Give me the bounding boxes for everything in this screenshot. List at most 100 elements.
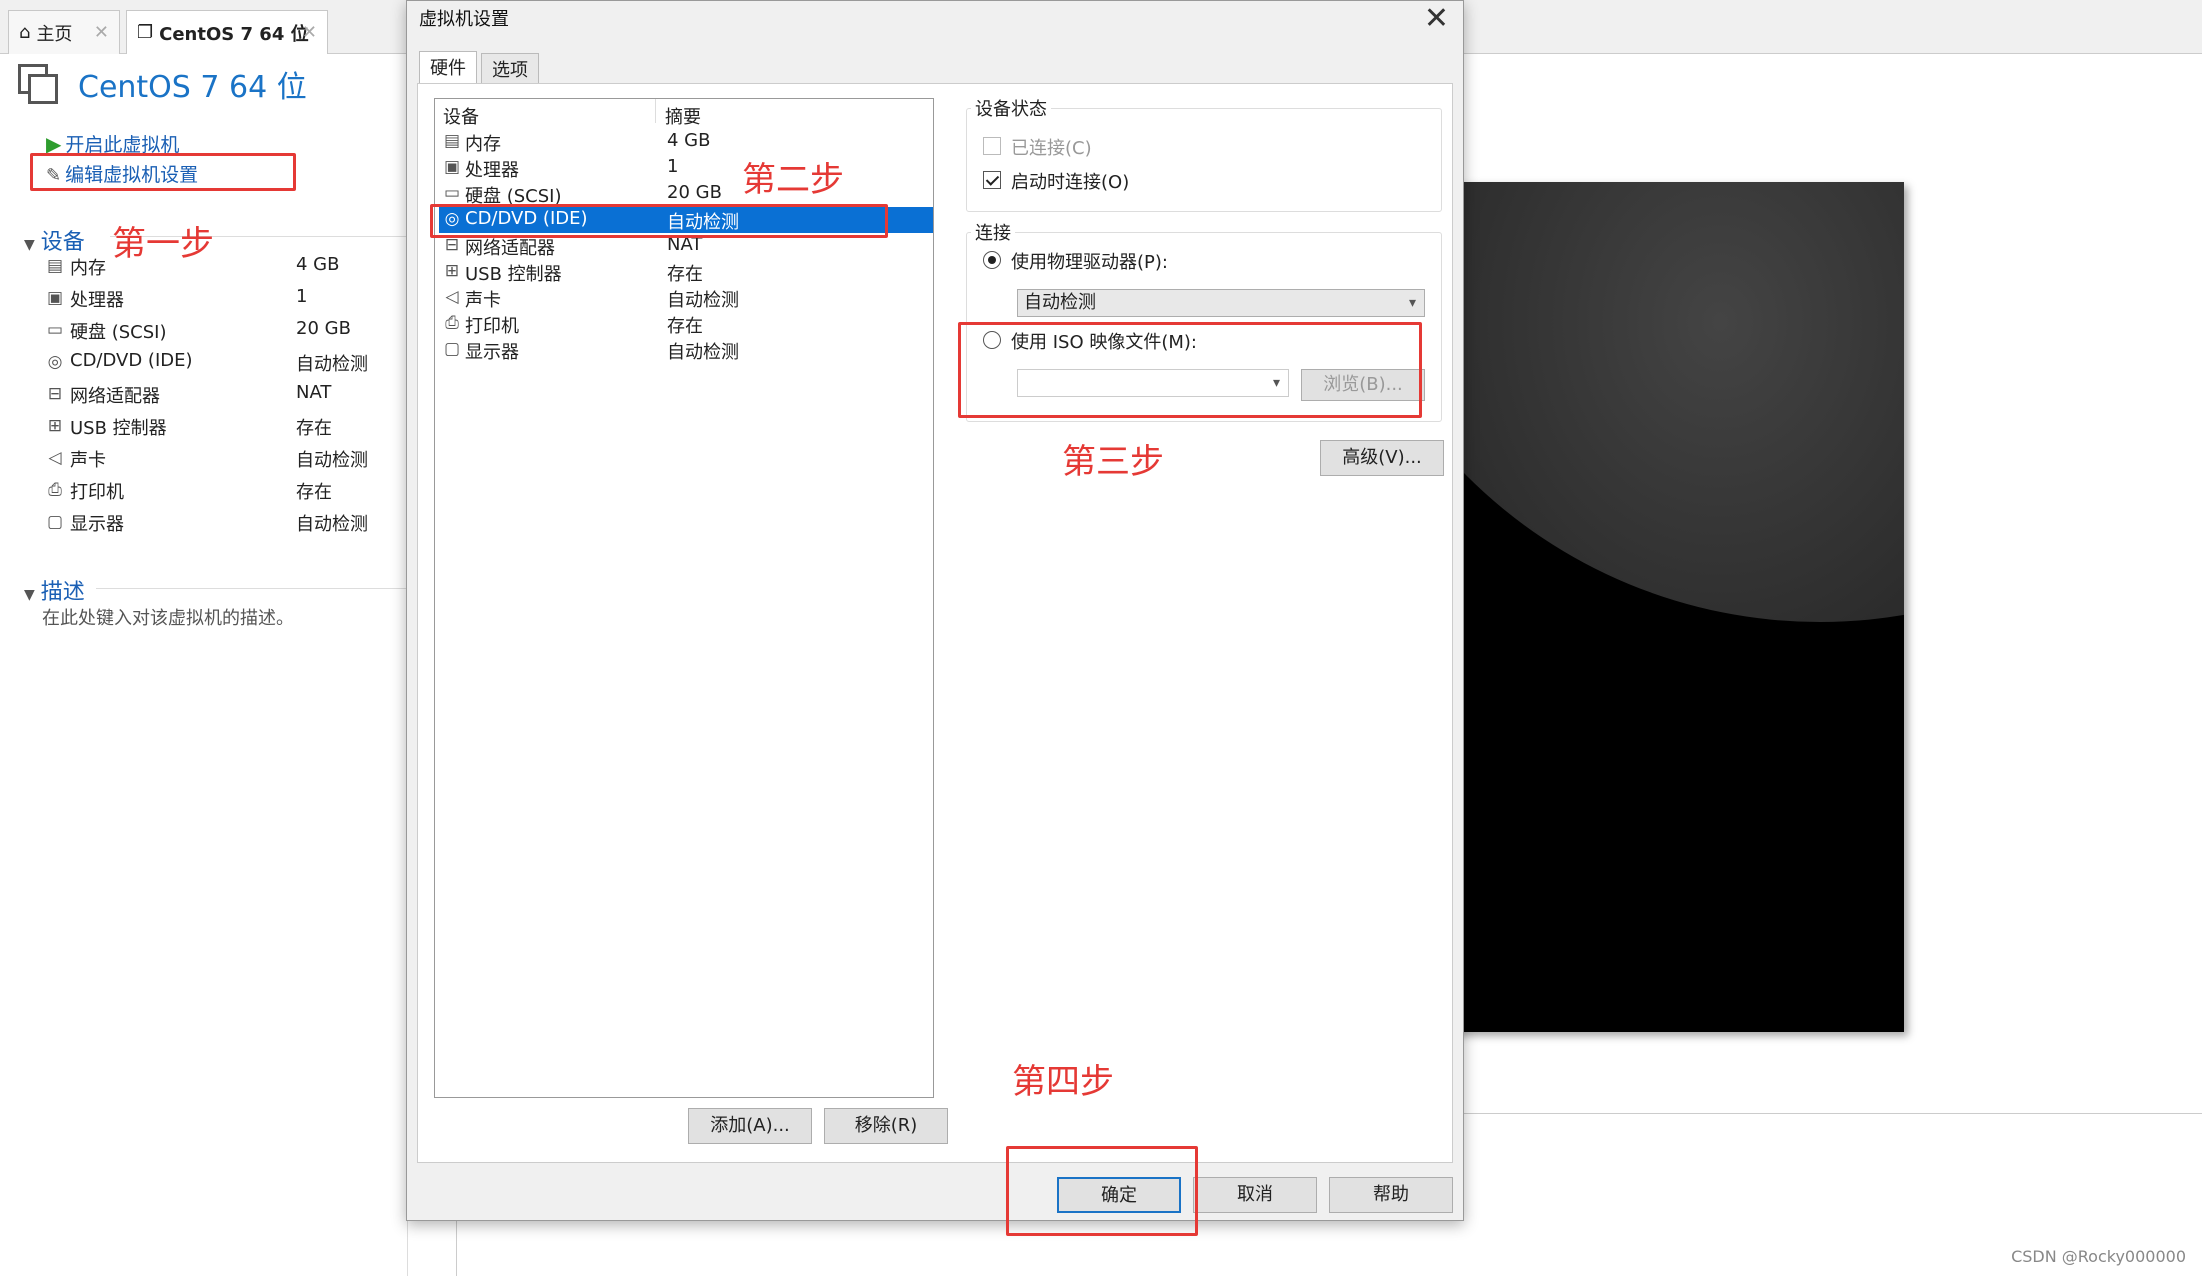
tab-options[interactable]: 选项 bbox=[481, 53, 539, 83]
device-row[interactable]: ▢ 显示器 自动检测 bbox=[439, 337, 933, 363]
column-header-summary[interactable]: 摘要 bbox=[665, 103, 701, 129]
cancel-button[interactable]: 取消 bbox=[1193, 1177, 1317, 1213]
device-row[interactable]: ▭ 硬盘 (SCSI) 20 GB bbox=[44, 316, 404, 346]
device-name: 声卡 bbox=[70, 450, 106, 471]
device-name: 硬盘 (SCSI) bbox=[70, 322, 167, 343]
vm-icon bbox=[18, 64, 58, 104]
device-name: 显示器 bbox=[465, 342, 519, 363]
chevron-down-icon: ▾ bbox=[1408, 295, 1416, 311]
device-name: 处理器 bbox=[70, 290, 124, 311]
device-row[interactable]: ◁ 声卡 自动检测 bbox=[439, 285, 933, 311]
physical-drive-select[interactable]: 自动检测 ▾ bbox=[1017, 289, 1425, 317]
device-value: 存在 bbox=[296, 418, 332, 439]
sound-icon: ◁ bbox=[48, 448, 62, 468]
device-row[interactable]: ▤ 内存 4 GB bbox=[439, 129, 933, 155]
tab-home[interactable]: ⌂ 主页 ✕ bbox=[8, 10, 120, 54]
annotation-step1: 第一步 bbox=[112, 224, 214, 264]
annotation-box-step1 bbox=[30, 153, 296, 191]
memory-icon: ▤ bbox=[443, 131, 461, 151]
usb-icon: ⊞ bbox=[444, 261, 460, 281]
device-name: 内存 bbox=[465, 134, 501, 155]
cpu-icon: ▣ bbox=[443, 157, 461, 177]
device-row[interactable]: ◁ 声卡 自动检测 bbox=[44, 444, 404, 474]
device-value: 存在 bbox=[296, 482, 332, 503]
tab-hardware[interactable]: 硬件 bbox=[419, 51, 477, 85]
device-row[interactable]: ▣ 处理器 1 bbox=[439, 155, 933, 181]
device-summary: 自动检测 bbox=[667, 290, 739, 311]
cd-icon: ◎ bbox=[47, 352, 63, 372]
device-summary: 自动检测 bbox=[667, 342, 739, 363]
device-row[interactable]: ▣ 处理器 1 bbox=[44, 284, 404, 314]
device-row[interactable]: ▤ 内存 4 GB bbox=[44, 252, 404, 282]
physical-drive-value: 自动检测 bbox=[1024, 292, 1096, 313]
display-icon: ▢ bbox=[443, 339, 461, 359]
device-value: 自动检测 bbox=[296, 514, 368, 535]
divider bbox=[1440, 1113, 2202, 1114]
connect-on-start-checkbox[interactable] bbox=[983, 171, 1001, 189]
device-name: 打印机 bbox=[465, 316, 519, 337]
remove-button[interactable]: 移除(R) bbox=[824, 1108, 948, 1144]
vm-settings-dialog: 虚拟机设置 ✕ 硬件 选项 设备 摘要 ▤ 内存 4 GB ▣ 处理器 1 ▭ 硬盘 (SCS… bbox=[406, 0, 1464, 1221]
device-value: 自动检测 bbox=[296, 450, 368, 471]
device-summary: 1 bbox=[667, 156, 679, 177]
device-name: 内存 bbox=[70, 258, 106, 279]
vm-tab-icon: ❐ bbox=[137, 22, 154, 43]
device-summary: 存在 bbox=[667, 316, 703, 337]
hardware-pane: 设备 摘要 ▤ 内存 4 GB ▣ 处理器 1 ▭ 硬盘 (SCSI) 20 GB ◎ CD/DVD… bbox=[417, 83, 1453, 1163]
description-section-header[interactable]: ▼ 描述 bbox=[24, 574, 85, 606]
device-value: 4 GB bbox=[296, 254, 340, 275]
device-name: USB 控制器 bbox=[70, 418, 167, 439]
device-value: 20 GB bbox=[296, 318, 351, 339]
device-row[interactable]: ◎ CD/DVD (IDE) 自动检测 bbox=[44, 348, 404, 378]
device-row[interactable]: ⊞ USB 控制器 存在 bbox=[439, 259, 933, 285]
physical-drive-radio[interactable] bbox=[983, 251, 1001, 269]
device-value: 自动检测 bbox=[296, 354, 368, 375]
close-icon[interactable]: ✕ bbox=[1424, 1, 1449, 36]
close-icon[interactable]: ✕ bbox=[302, 22, 317, 43]
connection-title: 连接 bbox=[971, 219, 1015, 245]
device-name: USB 控制器 bbox=[465, 264, 562, 285]
connected-checkbox[interactable] bbox=[983, 137, 1001, 155]
device-row[interactable]: ⊞ USB 控制器 存在 bbox=[44, 412, 404, 442]
harddisk-icon: ▭ bbox=[443, 183, 461, 203]
device-name: 打印机 bbox=[70, 482, 124, 503]
hardware-device-list: 设备 摘要 ▤ 内存 4 GB ▣ 处理器 1 ▭ 硬盘 (SCSI) 20 GB ◎ CD/DVD… bbox=[434, 98, 934, 1098]
add-button[interactable]: 添加(A)... bbox=[688, 1108, 812, 1144]
device-summary: 20 GB bbox=[667, 182, 722, 203]
device-name: 处理器 bbox=[465, 160, 519, 181]
device-name: CD/DVD (IDE) bbox=[70, 350, 193, 371]
desc-header-label: 描述 bbox=[40, 580, 85, 605]
annotation-box-step3 bbox=[958, 322, 1422, 418]
device-name: 显示器 bbox=[70, 514, 124, 535]
column-header-device[interactable]: 设备 bbox=[443, 103, 479, 129]
annotation-step2: 第二步 bbox=[742, 160, 844, 200]
annotation-step3: 第三步 bbox=[1062, 442, 1164, 482]
device-row[interactable]: ⎙ 打印机 存在 bbox=[44, 476, 404, 506]
close-icon[interactable]: ✕ bbox=[94, 22, 109, 43]
vm-title: CentOS 7 64 位 bbox=[78, 70, 307, 105]
device-row[interactable]: ⎙ 打印机 存在 bbox=[439, 311, 933, 337]
device-summary: 存在 bbox=[667, 264, 703, 285]
tab-home-label: 主页 bbox=[36, 23, 73, 45]
tab-centos-label: CentOS 7 64 位 bbox=[159, 23, 309, 45]
connect-on-start-label: 启动时连接(O) bbox=[1011, 172, 1130, 193]
device-value: 1 bbox=[296, 286, 308, 307]
vm-screen-preview[interactable] bbox=[1440, 182, 1904, 1032]
device-row[interactable]: ⊟ 网络适配器 NAT bbox=[44, 380, 404, 410]
screen: ⌂ 主页 ✕ ❐ CentOS 7 64 位 ✕ CentOS 7 64 位 ▶… bbox=[0, 0, 2202, 1276]
connected-label: 已连接(C) bbox=[1011, 138, 1092, 159]
description-field[interactable]: 在此处键入对该虚拟机的描述。 bbox=[42, 604, 294, 630]
help-button[interactable]: 帮助 bbox=[1329, 1177, 1453, 1213]
collapse-icon: ▼ bbox=[24, 237, 35, 253]
watermark: CSDN @Rocky000000 bbox=[2011, 1247, 2186, 1266]
sound-icon: ◁ bbox=[445, 287, 459, 307]
advanced-button[interactable]: 高级(V)... bbox=[1320, 440, 1444, 476]
device-row[interactable]: ▢ 显示器 自动检测 bbox=[44, 508, 404, 538]
tab-centos[interactable]: ❐ CentOS 7 64 位 ✕ bbox=[126, 10, 328, 54]
annotation-step4: 第四步 bbox=[1012, 1062, 1114, 1102]
device-name: 声卡 bbox=[465, 290, 501, 311]
memory-icon: ▤ bbox=[46, 256, 64, 276]
divider bbox=[96, 588, 408, 589]
annotation-box-step2 bbox=[430, 204, 888, 238]
physical-drive-label: 使用物理驱动器(P): bbox=[1011, 252, 1168, 273]
